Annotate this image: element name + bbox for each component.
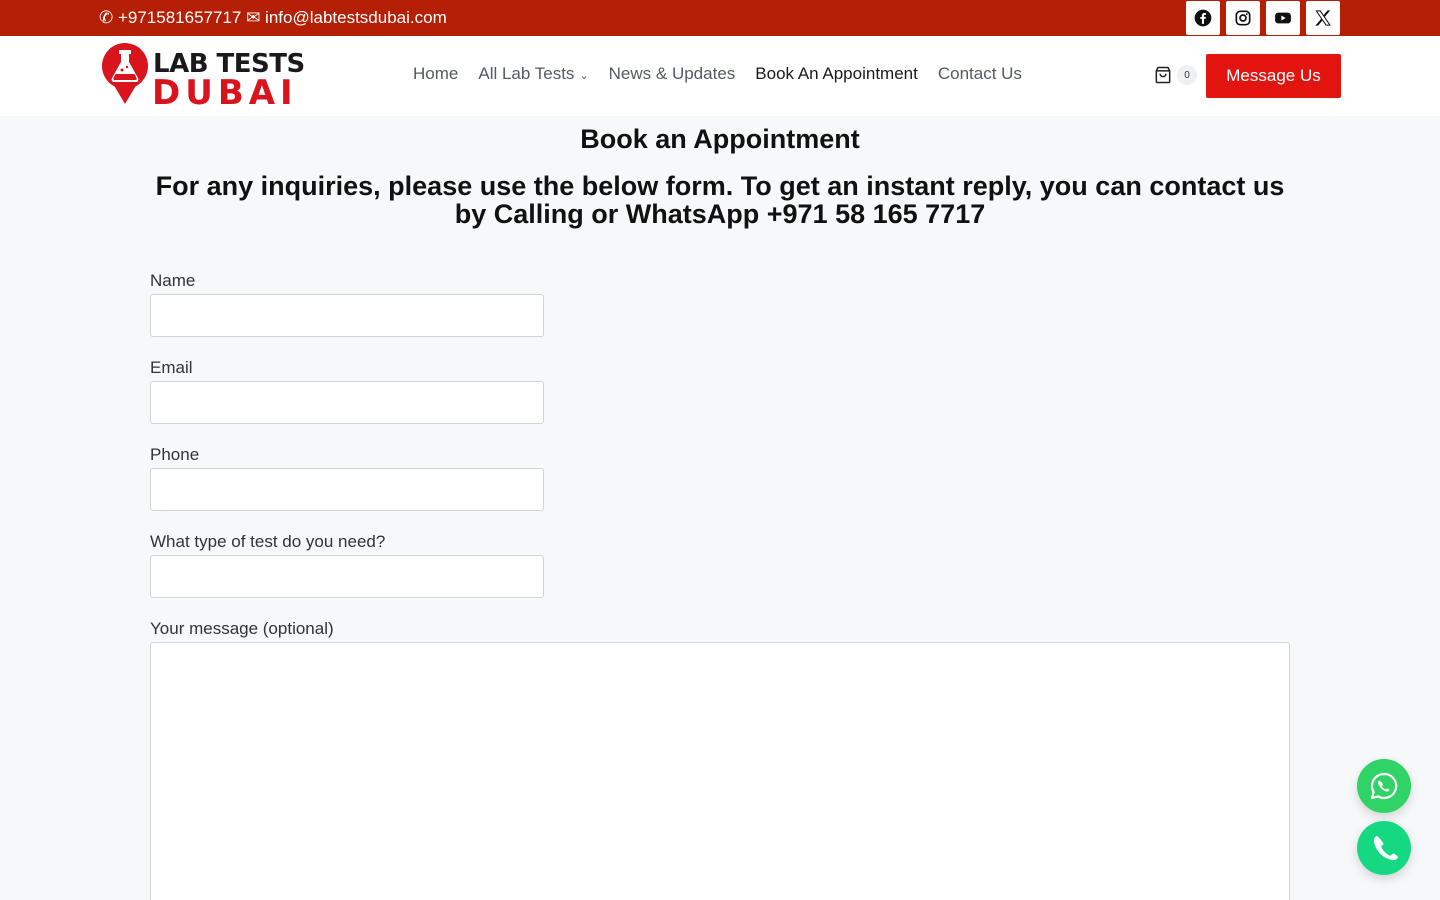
page-subtitle: For any inquiries, please use the below …: [155, 171, 1285, 229]
nav-all-lab-tests[interactable]: All Lab Tests ⌄: [468, 64, 598, 84]
top-bar: ✆ +971581657717 ✉ info@labtestsdubai.com: [0, 0, 1440, 36]
youtube-link[interactable]: [1266, 1, 1300, 35]
name-label: Name: [150, 271, 196, 290]
whatsapp-icon: [1370, 772, 1398, 800]
instagram-link[interactable]: [1226, 1, 1260, 35]
youtube-icon: [1275, 12, 1291, 24]
nav-home[interactable]: Home: [403, 64, 468, 84]
phone-label: Phone: [150, 445, 200, 464]
logo-text-bottom: DUBAI: [152, 73, 298, 113]
whatsapp-button[interactable]: [1357, 759, 1411, 813]
facebook-link[interactable]: [1186, 1, 1220, 35]
main-nav: Home All Lab Tests ⌄ News & Updates Book …: [403, 64, 1032, 84]
nav-news-updates[interactable]: News & Updates: [599, 64, 746, 84]
call-button[interactable]: [1357, 821, 1411, 875]
message-textarea[interactable]: [150, 642, 1290, 900]
x-twitter-icon: [1315, 10, 1331, 26]
phone-icon: [1374, 836, 1398, 860]
message-label: Your message (optional): [150, 619, 334, 638]
test-type-label: What type of test do you need?: [150, 532, 386, 551]
contact-info[interactable]: ✆ +971581657717 ✉ info@labtestsdubai.com: [99, 8, 447, 28]
social-links: [1186, 1, 1340, 35]
nav-news-label: News & Updates: [608, 64, 736, 83]
nav-book-appointment[interactable]: Book An Appointment: [745, 64, 928, 84]
phone-input[interactable]: [150, 468, 544, 511]
email-input[interactable]: [150, 381, 544, 424]
nav-book-label: Book An Appointment: [755, 64, 918, 83]
email-label: Email: [150, 358, 193, 377]
test-type-input[interactable]: [150, 555, 544, 598]
x-link[interactable]: [1306, 1, 1340, 35]
message-us-button[interactable]: Message Us: [1206, 54, 1341, 98]
cart-count-badge: 0: [1177, 65, 1197, 85]
cart-button[interactable]: 0: [1153, 65, 1197, 85]
instagram-icon: [1235, 10, 1251, 26]
flask-logo-icon: [102, 43, 148, 104]
shopping-bag-icon: [1155, 66, 1171, 84]
nav-home-label: Home: [413, 64, 459, 83]
nav-contact-label: Contact Us: [937, 64, 1022, 83]
site-logo[interactable]: LAB TESTS DUBAI: [100, 42, 305, 113]
name-input[interactable]: [150, 294, 544, 337]
site-header: LAB TESTS DUBAI Home All Lab Tests ⌄ News…: [0, 36, 1440, 116]
nav-contact-us[interactable]: Contact Us: [928, 64, 1032, 84]
nav-all-lab-tests-label: All Lab Tests: [478, 64, 575, 83]
facebook-icon: [1194, 9, 1212, 27]
page-title: Book an Appointment: [580, 124, 860, 154]
chevron-down-icon: ⌄: [579, 70, 589, 82]
